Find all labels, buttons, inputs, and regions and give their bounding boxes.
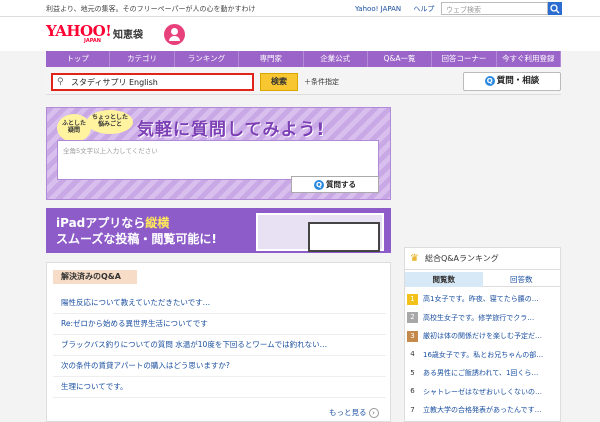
nav-item-ranking[interactable]: ランキング: [175, 51, 240, 67]
banner-bubble-1: ふとした 疑問: [57, 114, 91, 142]
bubble-1-text: ふとした 疑問: [61, 120, 86, 134]
help-link[interactable]: ヘルプ: [413, 5, 434, 13]
search-conditions-link[interactable]: ＋条件指定: [304, 77, 339, 87]
ranking-item-text: 高校生女子です。修学旅行でクラ…: [423, 313, 535, 322]
search-row: ⚲ スタディサプリ English 検索 ＋条件指定 Q 質問・相談: [46, 67, 561, 95]
banner-title: 気軽に質問してみよう!: [137, 120, 326, 140]
ranking-item[interactable]: 6 シャトレーゼはなぜおいしくないの…: [405, 383, 560, 402]
rank-badge: 7: [410, 405, 415, 414]
search-button[interactable]: 検索: [260, 73, 298, 91]
solved-qa-item[interactable]: ブラックバス釣りについての質問 水温が10度を下回るとワームでは釣れない…: [53, 335, 386, 356]
chevron-right-icon: ›: [368, 408, 379, 418]
solved-qa-item[interactable]: 生理についてです。: [53, 377, 386, 398]
ranking-item[interactable]: 4 16歳女子です。私とお兄ちゃんの部…: [405, 346, 560, 365]
nav-item-answer-corner[interactable]: 回答コーナー: [432, 51, 497, 67]
question-icon: Q: [314, 180, 324, 190]
tab-views[interactable]: 閲覧数: [405, 272, 483, 287]
solved-qa-list: 陽性反応について教えていただきたいです… Re:ゼロから始める異世界生活について…: [53, 293, 386, 398]
ipad-app-banner[interactable]: iPadアプリなら縦横 スムーズな投稿・閲覧可能に!: [46, 208, 391, 253]
user-avatar-icon[interactable]: [164, 24, 185, 45]
ranking-item-text: 16歳女子です。私とお兄ちゃんの部…: [423, 350, 544, 359]
solved-qa-panel: 解決済みのQ&A 陽性反応について教えていただきたいです… Re:ゼロから始める…: [46, 262, 391, 422]
question-search-input[interactable]: ⚲ スタディサプリ English: [51, 73, 254, 91]
ranking-item-text: シャトレーゼはなぜおいしくないの…: [423, 387, 542, 396]
ranking-item-text: 厳初は体の関係だけを楽しむ予定だ…: [423, 332, 542, 341]
ask-question-label: 質問・相談: [496, 76, 540, 86]
question-textarea[interactable]: 全角5文字以上入力してください: [57, 140, 379, 180]
service-name[interactable]: 知恵袋: [113, 26, 143, 41]
nav-item-official[interactable]: 企業公式: [304, 51, 368, 67]
ranking-header: ♛ 総合Q&Aランキング: [405, 248, 560, 270]
more-label: もっと見る: [329, 408, 367, 417]
main-nav: トップ カテゴリ ランキング 専門家 企業公式 Q&A一覧 回答コーナー 今すぐ…: [46, 51, 561, 67]
yahoo-japan-link[interactable]: Yahoo! JAPAN: [355, 5, 401, 13]
rank-badge: 3: [407, 330, 418, 342]
search-icon: ⚲: [57, 77, 64, 87]
ranking-item[interactable]: 2 高校生女子です。修学旅行でクラ…: [405, 309, 560, 328]
ranking-item[interactable]: 5 ある男性にご飯誘われて、1回くら…: [405, 364, 560, 383]
crown-icon: ♛: [410, 253, 419, 264]
nav-item-qa-list[interactable]: Q&A一覧: [368, 51, 433, 67]
ipad-device-image: [308, 222, 380, 252]
ipad-line2: スムーズな投稿・閲覧可能に!: [56, 232, 217, 246]
ask-question-button[interactable]: Q 質問・相談: [463, 72, 561, 91]
header: YAHOO! JAPAN 知恵袋: [0, 17, 600, 51]
ranking-item-text: ある男性にご飯誘われて、1回くら…: [423, 369, 539, 378]
web-search-button[interactable]: [548, 2, 562, 15]
ranking-item[interactable]: 7 立教大学の合格発表があったんです…: [405, 401, 560, 420]
ask-banner: ふとした 疑問 ちょっとした 悩みごと 気軽に質問してみよう! 全角5文字以上入…: [46, 107, 391, 200]
nav-item-category[interactable]: カテゴリ: [110, 51, 175, 67]
rank-badge: 6: [410, 387, 415, 396]
top-bar: 利益より、地元の集客。そのフリーペーパーが人の心を動かすわけ Yahoo! JA…: [0, 0, 600, 17]
solved-qa-item[interactable]: Re:ゼロから始める異世界生活についてです: [53, 314, 386, 335]
yahoo-logo-sub: JAPAN: [84, 38, 101, 44]
bubble-2-text: ちょっとした 悩みごと: [91, 114, 128, 128]
ipad-line1-b: 縦横: [145, 216, 170, 230]
search-input-value: スタディサプリ English: [71, 78, 158, 87]
top-links: Yahoo! JAPAN ヘルプ: [355, 4, 444, 14]
question-icon: Q: [484, 75, 495, 86]
ipad-banner-text: iPadアプリなら縦横 スムーズな投稿・閲覧可能に!: [56, 215, 217, 247]
web-search-input[interactable]: ウェブ検索: [441, 2, 548, 15]
ranking-panel: ♛ 総合Q&Aランキング 閲覧数 回答数 1 高1女子です。昨夜、寝てたら腰の… …: [404, 247, 561, 422]
ranking-item[interactable]: 1 高1女子です。昨夜、寝てたら腰の…: [405, 290, 560, 309]
nav-item-register[interactable]: 今すぐ利用登録: [497, 51, 561, 67]
ranking-tabs: 閲覧数 回答数: [405, 272, 560, 287]
ranking-item-text: 高1女子です。昨夜、寝てたら腰の…: [423, 295, 539, 304]
rank-badge: 1: [407, 293, 418, 305]
ranking-list: 1 高1女子です。昨夜、寝てたら腰の… 2 高校生女子です。修学旅行でクラ… 3 厳初…: [405, 290, 560, 420]
solved-qa-item[interactable]: 陽性反応について教えていただきたいです…: [53, 293, 386, 314]
rank-badge: 4: [410, 350, 415, 359]
yahoo-logo[interactable]: YAHOO!: [46, 22, 112, 40]
solved-qa-title: 解決済みのQ&A: [53, 270, 137, 284]
ranking-item[interactable]: 3 厳初は体の関係だけを楽しむ予定だ…: [405, 327, 560, 346]
ipad-line1-a: iPadアプリなら: [56, 216, 146, 230]
rank-badge: 2: [407, 312, 418, 324]
ranking-title: 総合Q&Aランキング: [425, 254, 499, 263]
submit-question-label: 質問する: [326, 180, 356, 189]
rank-badge: 5: [410, 368, 415, 377]
nav-item-top[interactable]: トップ: [46, 51, 111, 67]
submit-question-button[interactable]: Q 質問する: [291, 176, 379, 193]
more-link[interactable]: もっと見る ›: [329, 407, 379, 418]
search-icon: [550, 4, 560, 14]
tab-answers[interactable]: 回答数: [482, 272, 560, 287]
solved-qa-item[interactable]: 次の条件の賃貸アパートの購入はどう思いますか?: [53, 356, 386, 377]
news-ticker[interactable]: 利益より、地元の集客。そのフリーペーパーが人の心を動かすわけ: [46, 4, 256, 14]
nav-item-experts[interactable]: 専門家: [239, 51, 304, 67]
banner-bubble-2: ちょっとした 悩みごと: [87, 110, 133, 134]
ranking-item-text: 立教大学の合格発表があったんです…: [423, 406, 542, 415]
